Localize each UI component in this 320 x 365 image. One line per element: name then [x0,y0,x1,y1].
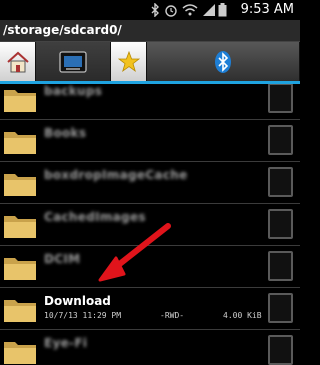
folder-icon [4,174,36,196]
folder-icon [4,90,36,112]
folder-icon [4,132,36,154]
file-name: Eye-Fi [44,336,88,350]
file-name: backups [44,84,103,98]
wifi-icon [182,4,198,16]
status-bar: 9:53 AM [0,0,300,20]
current-path: /storage/sdcard0/ [3,23,122,37]
alarm-icon [165,5,177,17]
tab-storage[interactable] [36,42,111,82]
star-icon [117,51,140,72]
tab-home[interactable] [0,42,36,82]
path-bar: /storage/sdcard0/ [0,20,300,42]
list-item[interactable]: Books [0,120,300,162]
list-item[interactable]: boxdropImageCache [0,162,300,204]
home-icon [6,51,29,73]
bluetooth-icon [151,3,159,17]
folder-icon [4,216,36,238]
folder-icon [4,342,36,364]
file-date: 10/7/13 11:29 PM [44,311,122,320]
file-name: Books [44,126,87,140]
status-time: 9:53 AM [240,2,294,17]
tab-bar [0,42,300,82]
folder-icon [4,258,36,280]
list-item[interactable]: CachedImages [0,204,300,246]
select-checkbox[interactable] [268,167,293,197]
file-name: Download [44,294,111,308]
list-item[interactable]: backups [0,84,300,120]
select-checkbox[interactable] [268,125,293,155]
list-item[interactable]: Eye-Fi [0,330,300,365]
signal-icon [203,4,215,16]
folder-icon [4,300,36,322]
file-permissions: -RWD- [160,311,185,320]
select-checkbox[interactable] [268,251,293,281]
list-item[interactable]: DCIM [0,246,300,288]
file-name: CachedImages [44,210,146,224]
file-name: DCIM [44,252,81,266]
sdcard-icon [59,51,87,73]
tab-favorites[interactable] [111,42,147,82]
battery-icon [218,3,227,17]
select-checkbox[interactable] [268,84,293,113]
file-list[interactable]: backups Books boxdropImageCache CachedIm… [0,84,300,365]
select-checkbox[interactable] [268,293,293,323]
file-name: boxdropImageCache [44,168,188,182]
file-size: 4.00 KiB [223,311,262,320]
select-checkbox[interactable] [268,335,293,365]
tab-bluetooth[interactable] [147,42,300,82]
select-checkbox[interactable] [268,209,293,239]
list-item-download[interactable]: Download 10/7/13 11:29 PM -RWD- 4.00 KiB [0,288,300,330]
bluetooth-icon [215,51,231,73]
